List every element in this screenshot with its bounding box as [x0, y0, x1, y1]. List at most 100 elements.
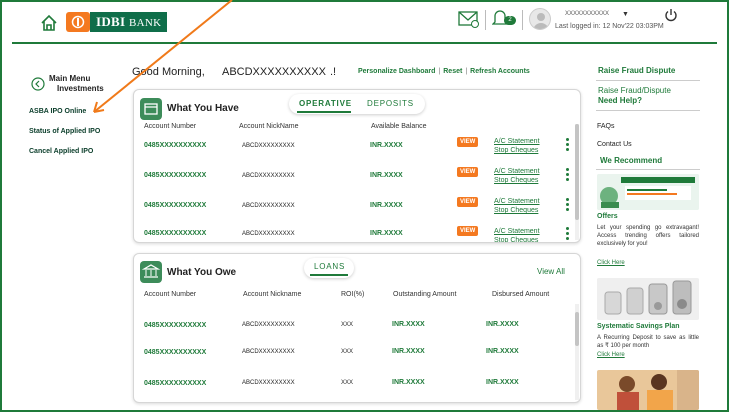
greeting-text: Good Morning, [132, 66, 205, 78]
column-header: Account Number [144, 291, 197, 298]
view-button[interactable]: VIEW [457, 167, 479, 177]
tab-operative[interactable]: OPERATIVE [299, 99, 352, 108]
ac-statement-link[interactable]: A/C Statement [494, 137, 540, 146]
avatar[interactable] [529, 8, 551, 30]
divider [596, 80, 700, 81]
account-number[interactable]: 0485XXXXXXXXXX [144, 142, 206, 149]
more-options-icon[interactable] [566, 168, 569, 183]
header-divider [485, 10, 486, 30]
scrollbar[interactable] [575, 304, 579, 400]
sidebar-item-asba-ipo-online[interactable]: ASBA IPO Online [29, 108, 86, 115]
raise-fraud-dispute-link[interactable]: Raise Fraud/Dispute [598, 86, 671, 95]
card-title: What You Owe [167, 267, 237, 278]
more-options-icon[interactable] [566, 198, 569, 213]
account-number[interactable]: 0485XXXXXXXXXX [144, 172, 206, 179]
personalize-dashboard-link[interactable]: Personalize Dashboard [358, 68, 435, 75]
logo-wordmark: IDBI BANK [90, 12, 168, 32]
available-balance: INR.XXXX [370, 142, 403, 149]
need-help-heading: Need Help? [598, 96, 643, 105]
refresh-accounts-link[interactable]: Refresh Accounts [470, 68, 530, 75]
chevron-down-icon[interactable]: ▼ [622, 11, 629, 18]
outstanding-amount: INR.XXXX [392, 348, 425, 355]
offers-banner-image[interactable] [597, 174, 699, 210]
account-number[interactable]: 0485XXXXXXXXXX [144, 230, 206, 237]
account-number[interactable]: 0485XXXXXXXXXX [144, 380, 206, 387]
home-icon[interactable] [40, 14, 58, 37]
divider [596, 110, 700, 111]
stop-cheques-link[interactable]: Stop Cheques [494, 206, 538, 215]
idbi-logo[interactable]: IDBI BANK [66, 12, 168, 32]
roi-value: XXX [341, 322, 354, 328]
we-recommend-heading: We Recommend [600, 156, 663, 165]
available-balance: INR.XXXX [370, 202, 403, 209]
savings-plan-image[interactable] [597, 278, 699, 320]
scrollbar[interactable] [575, 124, 579, 240]
column-header: Available Balance [371, 123, 427, 130]
tab-loans[interactable]: LOANS [314, 262, 345, 271]
sidebar-item-cancel-applied-ipo[interactable]: Cancel Applied IPO [29, 148, 93, 155]
outstanding-amount: INR.XXXX [392, 379, 425, 386]
faqs-link[interactable]: FAQs [597, 123, 615, 130]
main-menu-label: Main Menu [49, 74, 91, 83]
account-nickname: ABCDXXXXXXXXX [242, 173, 295, 179]
view-button[interactable]: VIEW [457, 226, 479, 236]
view-button[interactable]: VIEW [457, 137, 479, 147]
column-header: Account Nickname [243, 291, 302, 298]
savings-click-here-link[interactable]: Click Here [597, 352, 625, 358]
account-number[interactable]: 0485XXXXXXXXXX [144, 349, 206, 356]
column-header: Account NickName [239, 123, 299, 130]
bank-icon [140, 261, 162, 283]
outstanding-amount: INR.XXXX [392, 321, 425, 328]
more-options-icon[interactable] [566, 138, 569, 153]
header-rule [12, 42, 717, 44]
mail-icon[interactable] [458, 10, 480, 33]
what-you-owe-card: What You Owe LOANS View All Account Numb… [133, 253, 581, 403]
tab-selected-indicator [310, 274, 348, 276]
account-nickname: ABCDXXXXXXXXX [242, 231, 295, 237]
offers-description: Let your spending go extravagant! Access… [597, 225, 699, 247]
scrollbar-thumb[interactable] [575, 312, 579, 346]
account-nickname: ABCDXXXXXXXXX [242, 380, 295, 386]
sidebar-item-status-applied-ipo[interactable]: Status of Applied IPO [29, 128, 100, 135]
family-promo-image[interactable] [597, 370, 699, 410]
available-balance: INR.XXXX [370, 230, 403, 237]
what-you-have-card: What You Have OPERATIVE DEPOSITS Account… [133, 89, 581, 243]
tab-deposits[interactable]: DEPOSITS [367, 99, 414, 108]
investments-label: Investments [57, 84, 104, 93]
header-divider [522, 10, 523, 30]
savings-plan-title: Systematic Savings Plan [597, 323, 680, 330]
card-title: What You Have [167, 103, 239, 114]
account-nickname: ABCDXXXXXXXXX [242, 203, 295, 209]
disbursed-amount: INR.XXXX [486, 348, 519, 355]
account-number[interactable]: 0485XXXXXXXXXX [144, 202, 206, 209]
savings-plan-description: A Recurring Deposit to save as little as… [597, 335, 699, 349]
ac-statement-link[interactable]: A/C Statement [494, 197, 540, 206]
last-login-text: Last logged in: 12 Nov'22 03:03PM [555, 23, 664, 30]
stop-cheques-link[interactable]: Stop Cheques [494, 146, 538, 155]
offers-title: Offers [597, 213, 618, 220]
more-options-icon[interactable] [566, 227, 569, 242]
raise-fraud-dispute-heading: Raise Fraud Dispute [598, 66, 676, 75]
account-nickname: ABCDXXXXXXXXX [242, 143, 295, 149]
ac-statement-link[interactable]: A/C Statement [494, 167, 540, 176]
ac-statement-link[interactable]: A/C Statement [494, 227, 540, 236]
roi-value: XXX [341, 380, 354, 386]
view-button[interactable]: VIEW [457, 197, 479, 207]
offers-click-here-link[interactable]: Click Here [597, 260, 625, 266]
account-number[interactable]: 0485XXXXXXXXXX [144, 322, 206, 329]
column-header: ROI(%) [341, 291, 365, 298]
account-nickname: ABCDXXXXXXXXX [242, 322, 295, 328]
scrollbar-thumb[interactable] [575, 124, 579, 220]
stop-cheques-link[interactable]: Stop Cheques [494, 236, 538, 242]
greeting-user-name: ABCDXXXXXXXXXX [222, 66, 326, 78]
user-name[interactable]: XXXXXXXXXXX [565, 11, 609, 17]
reset-link[interactable]: Reset [443, 68, 462, 75]
tab-selected-indicator [297, 111, 351, 113]
main-menu-header[interactable]: Main Menu Investments [31, 74, 104, 94]
view-all-link[interactable]: View All [537, 267, 565, 276]
disbursed-amount: INR.XXXX [486, 321, 519, 328]
power-icon[interactable] [664, 8, 678, 27]
dashboard-links: Personalize Dashboard | Reset | Refresh Acco… [358, 68, 530, 75]
contact-us-link[interactable]: Contact Us [597, 141, 632, 148]
stop-cheques-link[interactable]: Stop Cheques [494, 176, 538, 185]
